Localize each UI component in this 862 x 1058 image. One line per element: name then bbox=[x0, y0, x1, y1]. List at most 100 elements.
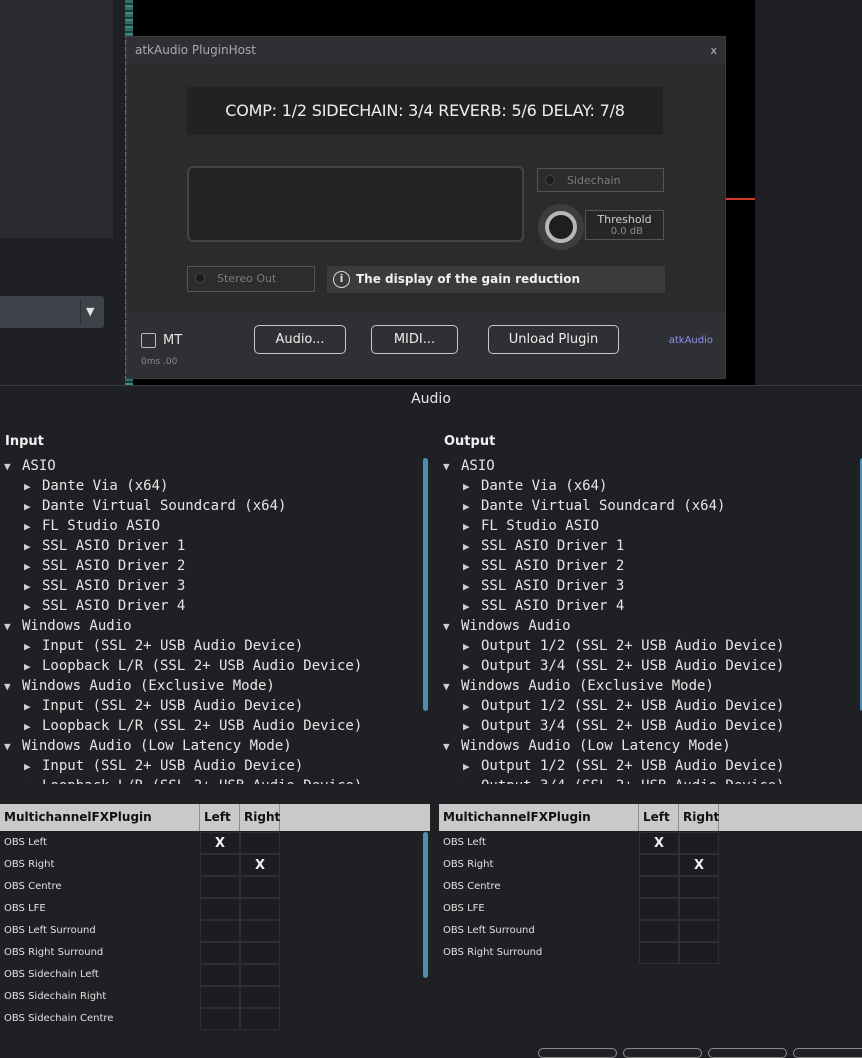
collapse-arrow-icon[interactable]: ▶ bbox=[24, 497, 42, 517]
close-icon[interactable]: x bbox=[710, 44, 717, 57]
route-cell-right[interactable] bbox=[679, 920, 719, 942]
input-device-item[interactable]: ▶ FL Studio ASIO bbox=[0, 516, 420, 536]
expand-arrow-icon[interactable]: ▼ bbox=[443, 677, 461, 697]
collapse-arrow-icon[interactable]: ▶ bbox=[24, 757, 42, 777]
expand-arrow-icon[interactable]: ▼ bbox=[4, 457, 22, 477]
collapse-arrow-icon[interactable]: ▶ bbox=[463, 557, 481, 577]
collapse-arrow-icon[interactable]: ▶ bbox=[24, 717, 42, 737]
route-cell-left[interactable] bbox=[200, 1008, 240, 1030]
collapse-arrow-icon[interactable]: ▶ bbox=[24, 657, 42, 677]
route-cell-left[interactable] bbox=[200, 920, 240, 942]
input-device-item[interactable]: ▶ Dante Virtual Soundcard (x64) bbox=[0, 496, 420, 516]
route-cell-right[interactable] bbox=[240, 964, 280, 986]
output-device-item[interactable]: ▶ Dante Virtual Soundcard (x64) bbox=[439, 496, 859, 516]
route-cell-left[interactable] bbox=[639, 854, 679, 876]
mt-checkbox[interactable] bbox=[141, 333, 156, 348]
input-matrix-scrollbar[interactable] bbox=[423, 832, 428, 978]
route-cell-left[interactable] bbox=[200, 898, 240, 920]
midi-button[interactable]: MIDI... bbox=[371, 325, 458, 354]
collapse-arrow-icon[interactable]: ▶ bbox=[463, 597, 481, 617]
collapse-arrow-icon[interactable]: ▶ bbox=[463, 657, 481, 677]
input-device-item[interactable]: ▶Loopback L/R (SSL 2+ USB Audio Device) bbox=[0, 716, 420, 736]
sidechain-toggle[interactable]: Sidechain bbox=[537, 168, 664, 192]
route-cell-left[interactable] bbox=[639, 898, 679, 920]
collapse-arrow-icon[interactable]: ▶ bbox=[463, 717, 481, 737]
output-device-item[interactable]: ▶Output 3/4 (SSL 2+ USB Audio Device) bbox=[439, 716, 859, 736]
output-device-item[interactable]: ▶ Output 1/2 (SSL 2+ USB Audio Device) bbox=[439, 636, 859, 656]
collapse-arrow-icon[interactable]: ▶ bbox=[24, 557, 42, 577]
output-driver-group[interactable]: ▼ Windows Audio bbox=[439, 616, 859, 636]
obs-combo-box[interactable]: ▼ bbox=[0, 296, 104, 328]
collapse-arrow-icon[interactable]: ▶ bbox=[24, 697, 42, 717]
output-device-item[interactable]: ▶ Output 1/2 (SSL 2+ USB Audio Device) bbox=[439, 756, 859, 776]
output-device-item[interactable]: ▶ SSL ASIO Driver 1 bbox=[439, 536, 859, 556]
output-driver-group[interactable]: ▼ Windows Audio (Exclusive Mode) bbox=[439, 676, 859, 696]
expand-arrow-icon[interactable]: ▼ bbox=[4, 677, 22, 697]
output-device-item[interactable]: ▶ Dante Via (x64) bbox=[439, 476, 859, 496]
chevron-down-icon[interactable]: ▼ bbox=[86, 305, 94, 318]
route-cell-right[interactable] bbox=[240, 920, 280, 942]
expand-arrow-icon[interactable]: ▼ bbox=[443, 617, 461, 637]
collapse-arrow-icon[interactable]: ▶ bbox=[24, 577, 42, 597]
route-cell-right[interactable]: X bbox=[240, 854, 280, 876]
expand-arrow-icon[interactable]: ▼ bbox=[443, 737, 461, 757]
collapse-arrow-icon[interactable]: ▶ bbox=[24, 597, 42, 617]
input-driver-group[interactable]: ▼ Windows Audio bbox=[0, 616, 420, 636]
route-cell-left[interactable] bbox=[200, 876, 240, 898]
unload-plugin-button[interactable]: Unload Plugin bbox=[488, 325, 619, 354]
stereo-out-toggle[interactable]: Stereo Out bbox=[187, 266, 315, 292]
route-cell-left[interactable] bbox=[200, 942, 240, 964]
input-driver-group[interactable]: ▼ ASIO bbox=[0, 456, 420, 476]
route-cell-right[interactable] bbox=[679, 942, 719, 964]
footer-button-4[interactable] bbox=[793, 1048, 862, 1058]
collapse-arrow-icon[interactable]: ▶ bbox=[24, 517, 42, 537]
collapse-arrow-icon[interactable]: ▶ bbox=[24, 477, 42, 497]
input-device-item[interactable]: ▶ Input (SSL 2+ USB Audio Device) bbox=[0, 756, 420, 776]
input-device-item[interactable]: ▶ SSL ASIO Driver 1 bbox=[0, 536, 420, 556]
collapse-arrow-icon[interactable]: ▶ bbox=[463, 777, 481, 784]
route-cell-left[interactable] bbox=[200, 854, 240, 876]
route-cell-right[interactable] bbox=[240, 876, 280, 898]
route-cell-left[interactable] bbox=[200, 964, 240, 986]
route-cell-right[interactable] bbox=[240, 898, 280, 920]
route-cell-left[interactable] bbox=[639, 876, 679, 898]
output-device-item[interactable]: ▶ SSL ASIO Driver 4 bbox=[439, 596, 859, 616]
route-cell-right[interactable] bbox=[679, 832, 719, 854]
route-cell-right[interactable] bbox=[240, 986, 280, 1008]
footer-button-3[interactable] bbox=[708, 1048, 787, 1058]
input-device-item[interactable]: ▶ Input (SSL 2+ USB Audio Device) bbox=[0, 696, 420, 716]
expand-arrow-icon[interactable]: ▼ bbox=[443, 457, 461, 477]
route-cell-left[interactable] bbox=[200, 986, 240, 1008]
output-driver-group[interactable]: ▼ ASIO bbox=[439, 456, 859, 476]
input-device-item[interactable]: ▶Loopback L/R (SSL 2+ USB Audio Device) bbox=[0, 776, 420, 784]
input-device-item[interactable]: ▶ SSL ASIO Driver 4 bbox=[0, 596, 420, 616]
output-driver-group[interactable]: ▼ Windows Audio (Low Latency Mode) bbox=[439, 736, 859, 756]
collapse-arrow-icon[interactable]: ▶ bbox=[463, 517, 481, 537]
collapse-arrow-icon[interactable]: ▶ bbox=[463, 697, 481, 717]
output-device-item[interactable]: ▶Output 3/4 (SSL 2+ USB Audio Device) bbox=[439, 776, 859, 784]
route-cell-right[interactable]: X bbox=[679, 854, 719, 876]
input-device-item[interactable]: ▶ Input (SSL 2+ USB Audio Device) bbox=[0, 636, 420, 656]
audio-button[interactable]: Audio... bbox=[254, 325, 346, 354]
collapse-arrow-icon[interactable]: ▶ bbox=[463, 637, 481, 657]
input-device-item[interactable]: ▶ SSL ASIO Driver 2 bbox=[0, 556, 420, 576]
route-cell-right[interactable] bbox=[240, 942, 280, 964]
brand-link[interactable]: atkAudio bbox=[669, 335, 713, 346]
route-cell-left[interactable] bbox=[639, 920, 679, 942]
collapse-arrow-icon[interactable]: ▶ bbox=[463, 537, 481, 557]
route-cell-right[interactable] bbox=[679, 898, 719, 920]
output-device-item[interactable]: ▶ SSL ASIO Driver 3 bbox=[439, 576, 859, 596]
input-device-item[interactable]: ▶Loopback L/R (SSL 2+ USB Audio Device) bbox=[0, 656, 420, 676]
collapse-arrow-icon[interactable]: ▶ bbox=[463, 757, 481, 777]
expand-arrow-icon[interactable]: ▼ bbox=[4, 737, 22, 757]
input-scrollbar[interactable] bbox=[423, 458, 428, 711]
output-device-item[interactable]: ▶ Output 1/2 (SSL 2+ USB Audio Device) bbox=[439, 696, 859, 716]
route-cell-right[interactable] bbox=[240, 1008, 280, 1030]
collapse-arrow-icon[interactable]: ▶ bbox=[24, 537, 42, 557]
route-cell-left[interactable]: X bbox=[639, 832, 679, 854]
route-cell-left[interactable]: X bbox=[200, 832, 240, 854]
input-driver-group[interactable]: ▼ Windows Audio (Low Latency Mode) bbox=[0, 736, 420, 756]
route-cell-right[interactable] bbox=[240, 832, 280, 854]
threshold-knob[interactable] bbox=[538, 204, 584, 250]
footer-button-1[interactable] bbox=[538, 1048, 617, 1058]
